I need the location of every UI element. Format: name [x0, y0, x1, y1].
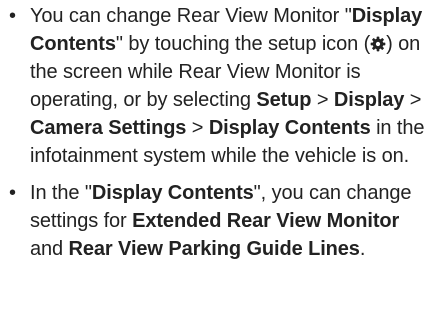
text-segment: .: [359, 238, 366, 260]
gear-icon: [370, 36, 386, 52]
bullet-item-display-contents-access: • You can change Rear View Monitor " Displ…: [0, 2, 440, 170]
bullet-item-display-contents-settings: • In the "Display Contents", you can chan…: [0, 179, 440, 263]
text-segment: In the ": [30, 182, 92, 204]
menu-path-separator: >: [186, 117, 209, 139]
bold-term-camera-settings: Camera Settings: [30, 117, 187, 139]
text-segment: ": [344, 5, 352, 27]
menu-path-separator: >: [404, 89, 422, 111]
bullet-dot: •: [9, 5, 16, 27]
text-segment: " by touching the setup icon (: [115, 33, 371, 55]
bullet-dot: •: [9, 182, 16, 204]
bold-term-display-contents: Display Contents: [208, 117, 371, 139]
bold-term-parking-guide-lines: Rear View Parking Guide Lines: [68, 238, 360, 260]
text-segment: You can change Rear View Monitor: [30, 5, 345, 27]
bold-term-extended-rear-view-monitor: Extended Rear View Monitor: [132, 210, 400, 232]
text-segment: and: [30, 238, 69, 260]
menu-path-separator: >: [311, 89, 334, 111]
bold-term-display-contents: Display Contents: [91, 182, 254, 204]
bold-term-display: Display: [333, 89, 405, 111]
document-body: • You can change Rear View Monitor " Displ…: [0, 2, 440, 263]
bold-term-setup: Setup: [256, 89, 312, 111]
